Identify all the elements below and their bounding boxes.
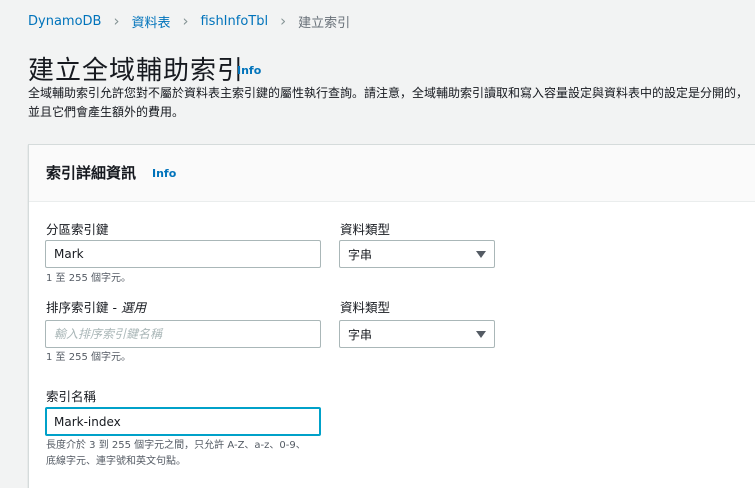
sort-key-type-label: 資料類型 <box>340 300 391 315</box>
chevron-right-icon: › <box>280 12 287 30</box>
panel-header: 索引詳細資訊 Info <box>29 145 755 202</box>
chevron-right-icon: › <box>182 12 189 30</box>
index-name-label: 索引名稱 <box>46 389 97 404</box>
sort-key-type-select[interactable]: 字串 <box>339 320 495 348</box>
sort-key-hint: 1 至 255 個字元。 <box>46 352 131 363</box>
page-title: 建立全域輔助索引 <box>28 56 245 86</box>
partition-key-label: 分區索引鍵 <box>46 222 109 237</box>
chevron-right-icon: › <box>113 12 120 30</box>
partition-key-hint: 1 至 255 個字元。 <box>46 273 131 284</box>
index-details-panel: 索引詳細資訊 Info 分區索引鍵 1 至 255 個字元。 資料類型 字串 排… <box>28 144 755 488</box>
breadcrumb-dynamodb[interactable]: DynamoDB <box>28 14 101 29</box>
index-name-hint-line1: 長度介於 3 到 255 個字元之間，只允許 A-Z、a-z、0-9、 <box>46 440 306 451</box>
sort-key-optional-text: 選用 <box>120 300 146 315</box>
partition-key-type-select[interactable]: 字串 <box>339 240 495 268</box>
breadcrumb-table[interactable]: fishInfoTbl <box>200 14 268 29</box>
breadcrumb: DynamoDB › 資料表 › fishInfoTbl › 建立索引 <box>28 12 351 32</box>
panel-title: 索引詳細資訊 <box>46 164 137 182</box>
partition-key-type-value: 字串 <box>348 247 373 262</box>
panel-info-link[interactable]: Info <box>152 167 176 180</box>
page-description: 全域輔助索引允許您對不屬於資料表主索引鍵的屬性執行查詢。請注意，全域輔助索引讀取… <box>28 86 749 119</box>
sort-key-type-value: 字串 <box>348 327 373 342</box>
page-info-link[interactable]: Info <box>237 64 261 77</box>
partition-key-type-label: 資料類型 <box>340 222 391 237</box>
sort-key-label-text: 排序索引鍵 - <box>46 300 121 315</box>
caret-down-icon <box>476 330 486 338</box>
breadcrumb-tables[interactable]: 資料表 <box>131 12 170 31</box>
index-name-input[interactable] <box>45 407 321 436</box>
caret-down-icon <box>476 250 486 258</box>
breadcrumb-current: 建立索引 <box>298 16 351 31</box>
sort-key-input[interactable] <box>45 320 321 348</box>
sort-key-label: 排序索引鍵 - 選用 <box>46 297 146 316</box>
index-name-hint-line2: 底線字元、連字號和英文句點。 <box>46 456 186 467</box>
partition-key-input[interactable] <box>45 240 321 268</box>
